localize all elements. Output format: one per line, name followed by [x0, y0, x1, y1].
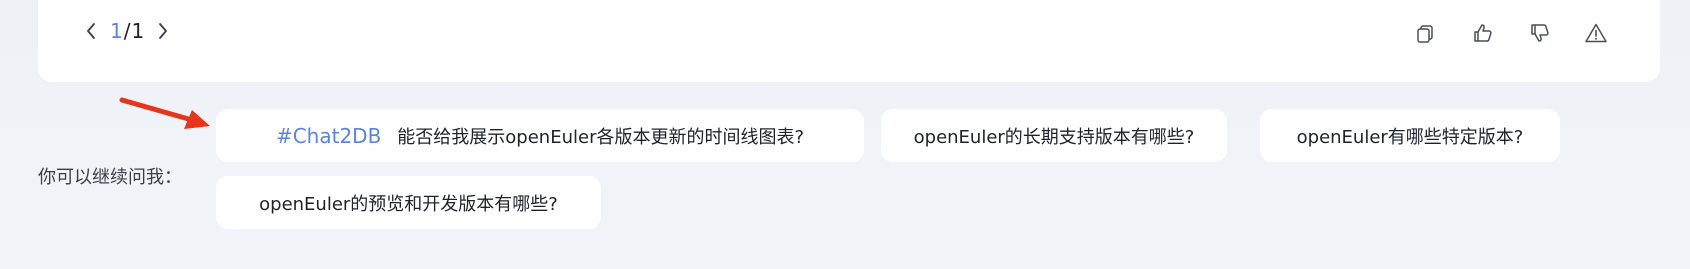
- current-page: 1: [110, 19, 123, 43]
- pointer-arrow-icon: [119, 97, 210, 129]
- suggestion-text: openEuler的长期支持版本有哪些?: [913, 126, 1195, 148]
- thumbs-down-icon[interactable]: [1528, 21, 1552, 45]
- chevron-right-icon[interactable]: [156, 21, 170, 41]
- suggestion-chip[interactable]: openEuler的长期支持版本有哪些?: [881, 109, 1227, 162]
- suggestions-label: 你可以继续问我：: [38, 167, 182, 188]
- chat2db-tag: #Chat2DB: [275, 123, 382, 148]
- suggestion-text: 能否给我展示openEuler各版本更新的时间线图表?: [397, 126, 805, 148]
- suggestion-text: openEuler有哪些特定版本?: [1296, 126, 1524, 148]
- answer-pager: 1/1: [84, 18, 170, 44]
- suggestion-chip[interactable]: #Chat2DB 能否给我展示openEuler各版本更新的时间线图表?: [216, 109, 864, 162]
- page-indicator: 1/1: [110, 19, 144, 43]
- chevron-left-icon[interactable]: [84, 21, 98, 41]
- copy-icon[interactable]: [1413, 22, 1437, 46]
- total-pages: 1: [131, 19, 145, 43]
- thumbs-up-icon[interactable]: [1471, 21, 1495, 45]
- suggestion-chip[interactable]: openEuler有哪些特定版本?: [1260, 109, 1560, 162]
- suggestion-chip[interactable]: openEuler的预览和开发版本有哪些?: [216, 176, 601, 229]
- page-separator: /: [123, 19, 131, 43]
- warning-icon[interactable]: [1584, 21, 1608, 45]
- suggestion-text: openEuler的预览和开发版本有哪些?: [259, 193, 558, 215]
